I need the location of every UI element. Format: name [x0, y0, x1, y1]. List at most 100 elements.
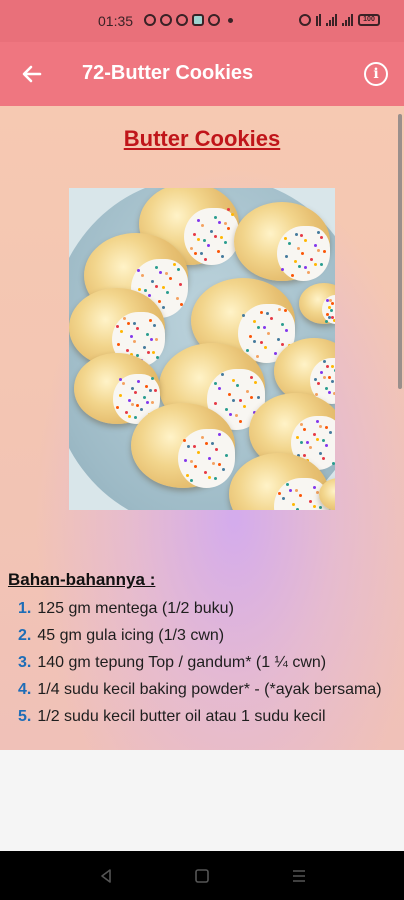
sprinkle: [259, 340, 263, 344]
sprinkle: [122, 382, 126, 386]
sprinkle: [145, 384, 149, 388]
sprinkle: [289, 488, 293, 492]
navigation-bar: [0, 851, 404, 900]
sprinkle: [165, 291, 169, 295]
chat-icon: [160, 14, 172, 26]
sprinkle: [136, 403, 140, 407]
sprinkle: [281, 342, 285, 346]
sprinkle: [125, 410, 128, 414]
sprinkle: [284, 254, 288, 258]
sprinkle: [325, 387, 329, 391]
sprinkle: [145, 400, 149, 404]
sprinkle: [203, 238, 207, 242]
sprinkle: [214, 476, 218, 480]
sprinkle: [282, 497, 286, 501]
sprinkle: [132, 322, 136, 326]
sprinkle: [322, 360, 326, 364]
sprinkle: [214, 447, 218, 451]
sprinkle: [186, 473, 190, 477]
recipe-content[interactable]: Butter Cookies Bahan-bahannya : 1. 125 gm…: [0, 106, 404, 750]
back-triangle-icon[interactable]: [97, 867, 115, 885]
ingredient-number: 2.: [18, 627, 32, 644]
sprinkle: [284, 328, 288, 332]
sprinkle: [303, 265, 307, 269]
sprinkle: [169, 277, 173, 281]
sprinkle: [317, 382, 321, 386]
info-icon[interactable]: i: [364, 62, 388, 86]
sprinkle: [139, 408, 143, 412]
sprinkle: [214, 235, 218, 239]
ingredient-number: 3.: [18, 654, 32, 671]
sprinkle: [228, 393, 232, 397]
sprinkle: [213, 216, 217, 220]
sprinkle: [161, 286, 165, 290]
app-notification-icon: [192, 14, 204, 26]
sprinkle: [116, 343, 120, 347]
sprinkle: [263, 345, 267, 349]
sprinkle: [302, 454, 306, 458]
ingredient-number: 4.: [18, 681, 32, 698]
battery-icon: 100: [358, 14, 380, 26]
sprinkle: [256, 325, 260, 329]
sprinkle: [239, 419, 243, 423]
sprinkle: [197, 450, 201, 454]
sprinkle: [213, 381, 217, 385]
sprinkle: [152, 324, 156, 328]
sprinkle: [224, 240, 228, 244]
sprinkle: [183, 459, 187, 463]
sprinkle: [290, 273, 294, 277]
sprinkle: [328, 376, 332, 380]
sprinkle: [176, 268, 180, 272]
sprinkle: [325, 364, 329, 368]
status-bar: 01:35 100: [0, 0, 404, 42]
sprinkle: [238, 399, 242, 403]
ingredient-number: 1.: [18, 600, 32, 617]
sprinkle: [300, 233, 304, 237]
sprinkle: [128, 415, 132, 419]
sprinkle: [155, 338, 159, 342]
sprinkle: [137, 268, 141, 272]
home-square-icon[interactable]: [193, 867, 211, 885]
sprinkle: [256, 354, 260, 358]
sprinkle: [148, 388, 152, 392]
scrollbar[interactable]: [398, 114, 402, 389]
ingredients-heading: Bahan-bahannya :: [8, 570, 156, 589]
sprinkle: [179, 302, 183, 306]
notification-icons: [144, 14, 233, 26]
sprinkle: [246, 390, 250, 394]
sprinkle: [296, 436, 300, 440]
sprinkle: [284, 308, 288, 312]
sprinkle: [307, 270, 311, 274]
sprinkle: [193, 251, 197, 255]
ingredient-item: 3. 140 gm tepung Top / gandum* (1 ¼ cwn): [0, 652, 396, 674]
sprinkle: [319, 263, 323, 267]
sprinkle: [235, 384, 239, 388]
sprinkle: [186, 444, 190, 448]
sprinkle: [152, 351, 156, 355]
whatsapp-icon: [144, 14, 156, 26]
white-chocolate-dip: [277, 225, 330, 281]
sprinkle: [151, 401, 154, 405]
sprinkle: [226, 208, 230, 212]
sprinkle: [284, 236, 288, 240]
recents-menu-icon[interactable]: [290, 867, 308, 885]
arrow-left-icon[interactable]: [18, 60, 46, 88]
sprinkle: [223, 221, 227, 225]
sprinkle: [116, 405, 120, 409]
sprinkle: [136, 327, 140, 331]
sprinkle: [320, 371, 324, 375]
sprinkle: [310, 257, 314, 261]
ingredient-text: 140 gm tepung Top / gandum* (1 ¼ cwn): [37, 654, 327, 671]
sprinkle: [277, 308, 281, 312]
sprinkle: [193, 232, 197, 236]
sprinkle: [324, 319, 328, 323]
sprinkle: [249, 375, 253, 379]
sprinkle: [304, 238, 308, 242]
sprinkle: [294, 233, 298, 237]
sprinkle: [199, 252, 203, 256]
sprinkle: [319, 505, 323, 509]
sprinkle: [300, 252, 304, 256]
sprinkle: [273, 351, 277, 355]
sprinkle: [318, 451, 322, 455]
sprinkle: [315, 420, 319, 424]
